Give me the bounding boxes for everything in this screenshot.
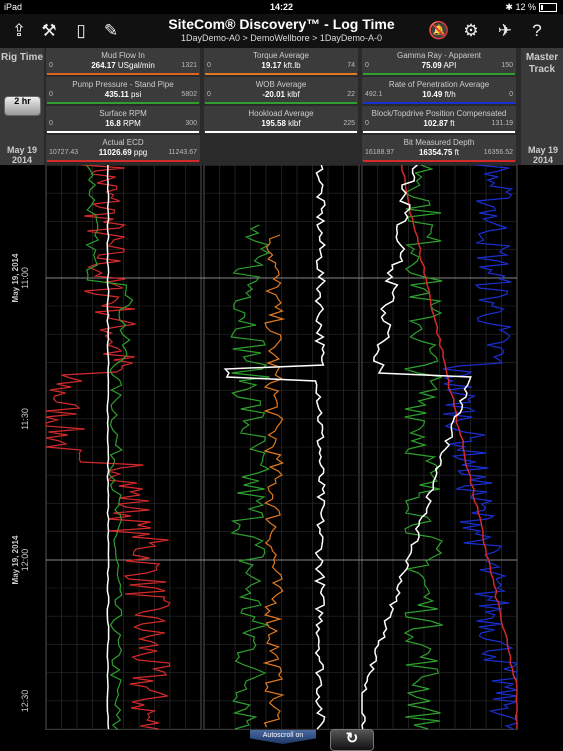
svg-text:12:30: 12:30 xyxy=(20,690,30,713)
rig-time-panel: Rig Time 2 hr May 19 2014 xyxy=(0,48,44,165)
svg-text:May 19, 2014: May 19, 2014 xyxy=(11,535,20,584)
refresh-icon[interactable]: ↻ xyxy=(330,729,374,751)
bell-off-icon[interactable]: 🔕 xyxy=(428,20,450,42)
app-toolbar: ⇪ ⚒ ▯ ✎ SiteCom® Discovery™ - Log Time 1… xyxy=(0,14,563,49)
svg-text:11:30: 11:30 xyxy=(20,408,30,430)
curve-actual-ecd[interactable]: Actual ECD 10727.43 11026.69 ppg 11243.67 xyxy=(46,135,200,162)
left-date-label: May 19 2014 xyxy=(6,145,38,165)
curve-surface-rpm[interactable]: Surface RPM 0 16.8 RPM 300 xyxy=(46,106,200,133)
status-bar: iPad 14:22 ✱ 12 % xyxy=(0,0,563,14)
time-label-1: 11:00May 19, 2014 xyxy=(11,253,30,302)
time-range-button[interactable]: 2 hr xyxy=(4,96,41,116)
bluetooth-icon: ✱ xyxy=(505,2,513,12)
curve-torque-average[interactable]: Torque Average 0 19.17 kft.lb 74 xyxy=(204,48,358,75)
time-label-2: 11:30 xyxy=(20,408,30,430)
battery-icon xyxy=(539,3,557,13)
master-track-panel: Master Track May 19 2014 xyxy=(521,48,563,165)
page-title: SiteCom® Discovery™ - Log Time xyxy=(168,16,395,32)
share-icon[interactable]: ⇪ xyxy=(8,20,30,42)
time-label-4: 12:30 xyxy=(20,690,30,713)
svg-text:11:00: 11:00 xyxy=(20,267,30,289)
svg-text:12:00: 12:00 xyxy=(20,549,30,572)
clock: 14:22 xyxy=(269,2,294,12)
gear-icon[interactable]: ⚙ xyxy=(460,20,482,42)
curve-rop-average[interactable]: Rate of Penetration Average 492.1 10.49 f… xyxy=(362,77,516,104)
curve-pump-pressure[interactable]: Pump Pressure - Stand Pipe 0 435.11 psi 5… xyxy=(46,77,200,104)
right-date-label: May 19 2014 xyxy=(527,145,559,165)
battery-indicator: ✱ 12 % xyxy=(505,2,557,13)
satellite-off-icon[interactable]: ✈ xyxy=(494,20,516,42)
curve-gamma-ray[interactable]: Gamma Ray - Apparent 0 75.09 API 150 xyxy=(362,48,516,75)
curve-hookload-average[interactable]: Hookload Average 195.58 klbf 225 xyxy=(204,106,358,133)
curve-mud-flow-in[interactable]: Mud Flow In 0 264.17 USgal/min 1321 xyxy=(46,48,200,75)
master-track-label: Master Track xyxy=(525,52,559,75)
help-icon[interactable]: ? xyxy=(526,20,548,42)
breadcrumb: 1DayDemo-A0 > DemoWellbore > 1DayDemo-A-… xyxy=(181,33,382,43)
curve-bit-measured-depth[interactable]: Bit Measured Depth 16188.97 16354.75 ft 1… xyxy=(362,135,516,162)
book-icon[interactable]: ▯ xyxy=(70,20,92,42)
edit-icon[interactable]: ✎ xyxy=(100,20,122,42)
curve-wob-average[interactable]: WOB Average 0 -20.01 klbf 22 xyxy=(204,77,358,104)
rig-time-label: Rig Time xyxy=(0,52,44,63)
svg-text:May 19, 2014: May 19, 2014 xyxy=(11,253,20,302)
rig-icon[interactable]: ⚒ xyxy=(38,20,60,42)
torque-trace xyxy=(262,234,286,728)
time-label-3: 12:00May 19, 2014 xyxy=(11,535,30,584)
curve-block-position[interactable]: Block/Topdrive Position Compensated 0 102… xyxy=(362,106,516,133)
log-plot[interactable]: 11:00May 19, 201411:3012:00May 19, 20141… xyxy=(0,165,563,730)
